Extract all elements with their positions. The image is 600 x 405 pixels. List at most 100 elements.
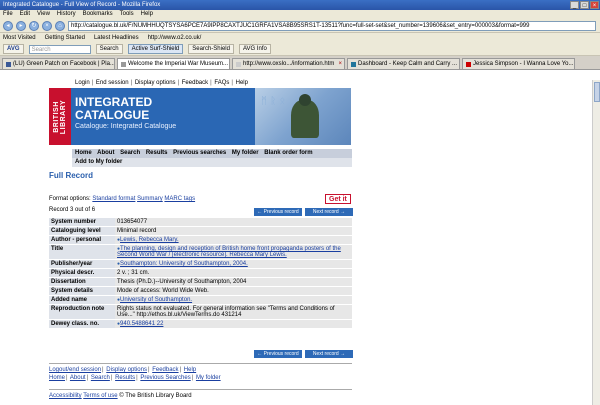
stop-icon[interactable]: × bbox=[42, 20, 52, 31]
vertical-scrollbar[interactable] bbox=[592, 80, 600, 405]
menu-file[interactable]: File bbox=[3, 10, 13, 19]
dewey-link[interactable]: 940.5488641 22 bbox=[120, 321, 163, 327]
url-input[interactable]: http://catalogue.bl.uk/F/NUMHHUQTSYSA6PC… bbox=[68, 20, 596, 31]
link-accessibility[interactable]: Accessibility bbox=[49, 393, 82, 399]
link-search[interactable]: Search bbox=[91, 375, 110, 381]
link-display-options[interactable]: Display options bbox=[106, 367, 147, 373]
link-help[interactable]: Help bbox=[184, 367, 196, 373]
page-icon bbox=[121, 61, 126, 67]
bookmark-most-visited[interactable]: Most Visited bbox=[3, 33, 36, 43]
field-value-cell: ●940.5488641 22 bbox=[115, 319, 352, 329]
minimize-icon[interactable]: _ bbox=[570, 1, 579, 9]
link-terms-of-use[interactable]: Terms of use bbox=[83, 393, 117, 399]
field-value: 013654077 bbox=[115, 217, 352, 227]
separator: | bbox=[130, 80, 133, 86]
field-value: Thesis (Ph.D.)--University of Southampto… bbox=[115, 277, 352, 287]
field-label: Added name bbox=[49, 295, 115, 305]
nav-previous-searches[interactable]: Previous searches bbox=[173, 150, 226, 156]
field-value-cell: ●Southampton: University of Southampton,… bbox=[115, 259, 352, 269]
divider bbox=[49, 389, 352, 390]
added-name-link[interactable]: University of Southampton. bbox=[120, 297, 192, 303]
format-standard-link[interactable]: Standard format bbox=[92, 196, 135, 202]
menu-bookmarks[interactable]: Bookmarks bbox=[83, 10, 113, 19]
link-feedback[interactable]: Feedback bbox=[182, 80, 208, 86]
maximize-icon[interactable]: □ bbox=[580, 1, 589, 9]
link-results[interactable]: Results bbox=[115, 375, 135, 381]
home-icon[interactable]: ⌂ bbox=[55, 20, 65, 31]
link-home[interactable]: Home bbox=[49, 375, 65, 381]
menu-view[interactable]: View bbox=[37, 10, 50, 19]
link-help[interactable]: Help bbox=[236, 80, 248, 86]
tab-oxslo[interactable]: http://www.oxslo.../information.htm × bbox=[232, 58, 345, 69]
tab-bar: (LU) Green Patch on Facebook | Pla...× W… bbox=[0, 56, 600, 70]
field-label: Dewey class. no. bbox=[49, 319, 115, 329]
link-end-session[interactable]: End session bbox=[96, 80, 129, 86]
banner-subtitle: Catalogue: Integrated Catalogue bbox=[75, 123, 177, 130]
nav-search[interactable]: Search bbox=[120, 150, 140, 156]
link-about[interactable]: About bbox=[70, 375, 86, 381]
active-surf-shield-button[interactable]: Active Surf-Shield bbox=[127, 44, 184, 54]
scrollbar-thumb[interactable] bbox=[594, 82, 600, 102]
table-row: Added name ●University of Southampton. bbox=[49, 295, 352, 305]
next-record-button[interactable]: Next record → bbox=[305, 350, 353, 358]
toolbar-search-button[interactable]: Search bbox=[95, 44, 123, 54]
link-login[interactable]: Login bbox=[75, 80, 90, 86]
field-value: Minimal record bbox=[115, 226, 352, 236]
statue-head bbox=[299, 94, 311, 106]
link-previous-searches[interactable]: Previous Searches bbox=[140, 375, 190, 381]
avg-button[interactable]: AVG bbox=[3, 44, 24, 54]
forward-icon[interactable]: ▸ bbox=[16, 20, 26, 31]
link-feedback[interactable]: Feedback bbox=[152, 367, 178, 373]
format-summary-link[interactable]: Summary bbox=[137, 196, 163, 202]
previous-record-button[interactable]: ← Previous record bbox=[254, 208, 302, 216]
get-it-button[interactable]: Get it bbox=[325, 194, 351, 204]
field-value: Mode of access: World Wide Web. bbox=[115, 286, 352, 296]
bookmark-o2[interactable]: http://www.o2.co.uk/ bbox=[148, 33, 202, 43]
close-icon[interactable]: × bbox=[590, 1, 599, 9]
nav-blank-order-form[interactable]: Blank order form bbox=[264, 150, 312, 156]
tab-dashboard[interactable]: Dashboard - Keep Calm and Carry ...× bbox=[347, 58, 460, 69]
close-tab-icon[interactable]: × bbox=[338, 59, 342, 69]
bookmark-latest-headlines[interactable]: Latest Headlines bbox=[94, 33, 139, 43]
menu-edit[interactable]: Edit bbox=[20, 10, 30, 19]
avg-info-button[interactable]: AVG Info bbox=[238, 44, 271, 54]
add-to-folder-link[interactable]: Add to My folder bbox=[75, 159, 122, 165]
menu-help[interactable]: Help bbox=[141, 10, 153, 19]
tab-label: Dashboard - Keep Calm and Carry ... bbox=[358, 61, 458, 67]
facebook-icon bbox=[6, 61, 11, 67]
tab-facebook[interactable]: (LU) Green Patch on Facebook | Pla...× bbox=[2, 58, 115, 69]
reload-icon[interactable]: ↻ bbox=[29, 20, 39, 31]
page-title: Full Record bbox=[49, 171, 94, 180]
bookmark-getting-started[interactable]: Getting Started bbox=[45, 33, 85, 43]
link-faqs[interactable]: FAQs bbox=[214, 80, 229, 86]
author-link[interactable]: Lewis, Rebecca Mary. bbox=[120, 237, 179, 243]
field-label: Title bbox=[49, 244, 115, 260]
close-tab-icon[interactable]: × bbox=[459, 59, 460, 69]
tab-jessica-simpson[interactable]: Jessica Simpson - I Wanna Love Yo... × bbox=[462, 58, 575, 69]
toolbar-search-input[interactable]: Search bbox=[28, 44, 91, 54]
table-row: Dewey class. no. ●940.5488641 22 bbox=[49, 319, 352, 329]
field-label: Physical descr. bbox=[49, 268, 115, 278]
back-icon[interactable]: ◂ bbox=[3, 20, 13, 31]
nav-home[interactable]: Home bbox=[75, 150, 92, 156]
publisher-link[interactable]: Southampton: University of Southampton, … bbox=[120, 261, 248, 267]
search-shield-button[interactable]: Search-Shield bbox=[188, 44, 234, 54]
nav-results[interactable]: Results bbox=[146, 150, 168, 156]
link-my-folder[interactable]: My folder bbox=[196, 375, 221, 381]
nav-my-folder[interactable]: My folder bbox=[232, 150, 259, 156]
nav-about[interactable]: About bbox=[97, 150, 114, 156]
menu-tools[interactable]: Tools bbox=[120, 10, 134, 19]
table-row: Reproduction note Rights status not evalu… bbox=[49, 304, 352, 320]
link-display-options[interactable]: Display options bbox=[135, 80, 176, 86]
record-nav-top: ← Previous record Next record → bbox=[254, 208, 353, 216]
tab-label: http://www.oxslo.../information.htm bbox=[243, 61, 335, 67]
title-link[interactable]: The planning, design and reception of Br… bbox=[117, 246, 341, 258]
link-logout[interactable]: Logout/end session bbox=[49, 367, 101, 373]
menu-history[interactable]: History bbox=[57, 10, 76, 19]
field-value-cell: ●Lewis, Rebecca Mary. bbox=[115, 235, 352, 245]
previous-record-button[interactable]: ← Previous record bbox=[254, 350, 302, 358]
format-marc-link[interactable]: MARC tags bbox=[164, 196, 195, 202]
tab-imperial-war-museum[interactable]: Welcome the Imperial War Museum...× bbox=[117, 58, 230, 69]
british-library-logo[interactable]: BRITISH LIBRARY bbox=[49, 88, 71, 145]
next-record-button[interactable]: Next record → bbox=[305, 208, 353, 216]
